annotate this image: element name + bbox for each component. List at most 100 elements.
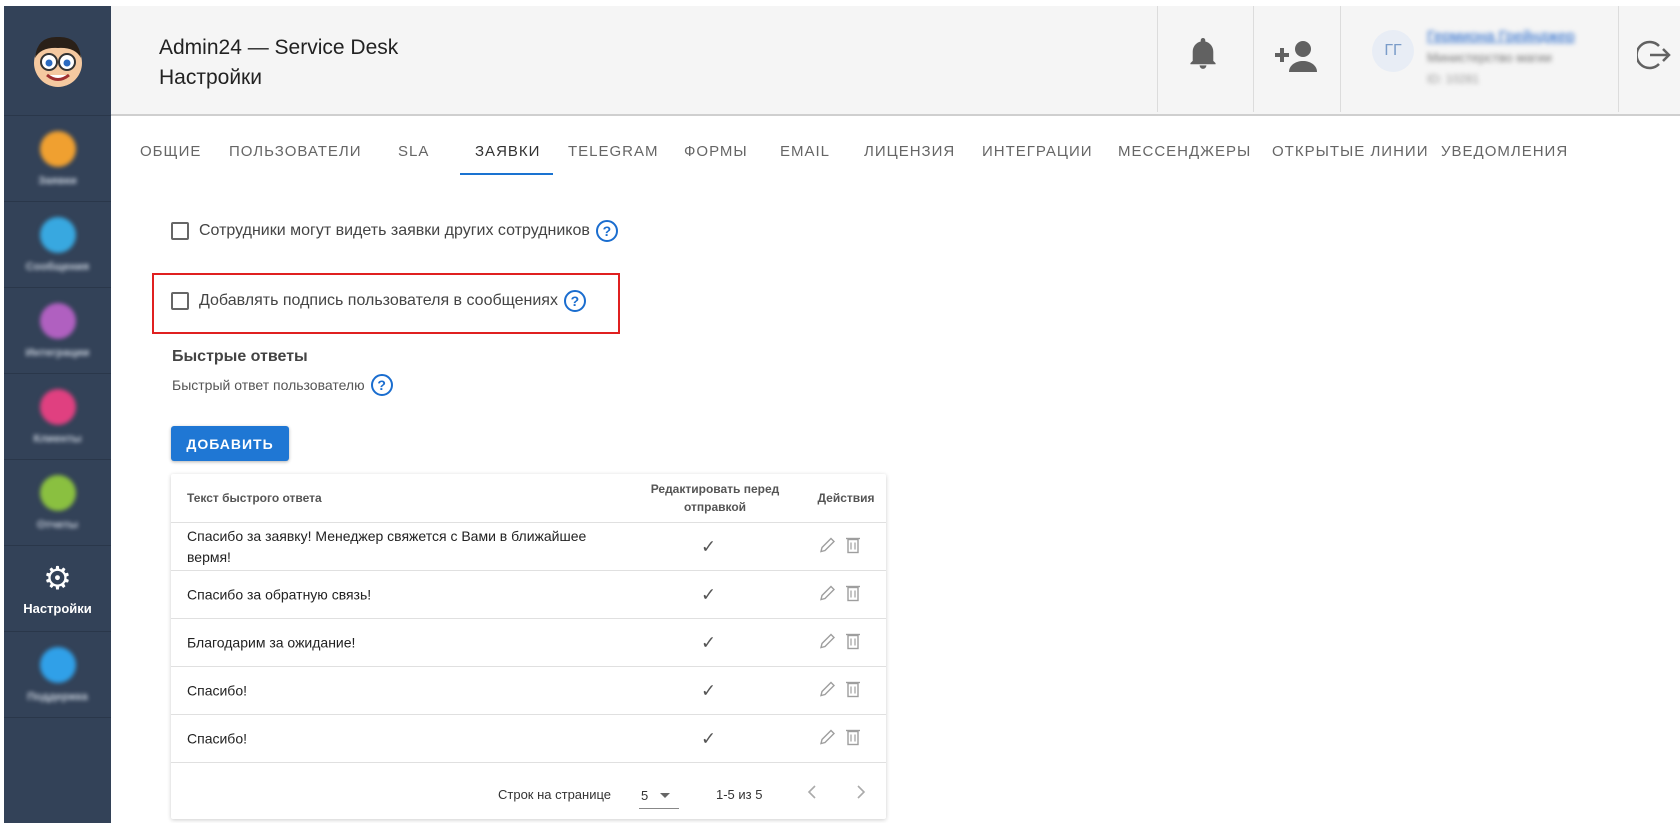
quick-answer-text: Спасибо! xyxy=(187,682,247,698)
help-icon[interactable]: ? xyxy=(595,220,618,242)
see-other-tickets-label: Сотрудники могут видеть заявки других со… xyxy=(199,222,590,239)
sidebar-item-icon xyxy=(39,646,76,683)
sidebar-item-7[interactable]: Поддержка xyxy=(4,632,111,718)
tab-11[interactable]: Открытые линии xyxy=(1272,138,1429,174)
pencil-icon xyxy=(820,585,835,600)
quick-answer-text: Спасибо за обратную связь! xyxy=(187,586,372,602)
user-signature-label: Добавлять подпись пользователя в сообщен… xyxy=(199,292,558,309)
check-icon: ✓ xyxy=(701,536,717,556)
edit-button[interactable] xyxy=(819,535,837,558)
sidebar-item-label: Отчеты xyxy=(36,518,79,531)
help-icon[interactable]: ? xyxy=(563,290,586,312)
notifications-button[interactable] xyxy=(1183,38,1223,81)
tab-3[interactable]: SLA xyxy=(398,138,429,174)
rows-per-page-select[interactable]: 5 xyxy=(639,783,679,809)
tab-2[interactable]: Пользователи xyxy=(229,138,362,174)
quick-answer-text: Спасибо за заявку! Менеджер свяжется с В… xyxy=(187,527,587,565)
top-header: Admin24 — Service Desk Настройки ГГ Герм… xyxy=(111,6,1680,116)
delete-button[interactable] xyxy=(845,727,861,750)
setting-see-other-tickets: Сотрудники могут видеть заявки других со… xyxy=(171,220,618,242)
row-actions xyxy=(819,631,861,654)
sidebar-item-label: Поддержка xyxy=(27,690,88,703)
edit-button[interactable] xyxy=(819,631,837,654)
delete-button[interactable] xyxy=(845,631,861,654)
table-header: Текст быстрого ответа Редактировать пере… xyxy=(171,474,886,523)
trash-icon xyxy=(846,537,860,553)
table-row: Спасибо за заявку! Менеджер свяжется с В… xyxy=(171,523,886,571)
header-divider xyxy=(1157,6,1158,112)
delete-button[interactable] xyxy=(845,535,861,558)
column-header-text[interactable]: Текст быстрого ответа xyxy=(187,491,322,505)
next-page-button[interactable] xyxy=(854,781,868,809)
tab-7[interactable]: Email xyxy=(780,138,830,174)
table-row: Спасибо за обратную связь! ✓ xyxy=(171,571,886,619)
check-icon: ✓ xyxy=(701,728,717,748)
sidebar-item-6[interactable]: ⚙ Настройки xyxy=(4,546,111,632)
app-logo[interactable] xyxy=(4,6,111,116)
chevron-left-icon xyxy=(807,785,816,799)
user-avatar[interactable]: ГГ xyxy=(1372,30,1414,72)
user-org: Министерство магии xyxy=(1427,50,1552,65)
user-signature-checkbox[interactable] xyxy=(171,292,189,310)
sidebar-item-icon xyxy=(39,302,76,339)
trash-icon xyxy=(846,585,860,601)
sidebar-item-1[interactable]: Заявки xyxy=(4,116,111,202)
row-actions xyxy=(819,583,861,606)
header-divider xyxy=(1253,6,1254,112)
sidebar-item-2[interactable]: Сообщения xyxy=(4,202,111,288)
tab-10[interactable]: Мессенджеры xyxy=(1118,138,1251,174)
sidebar: Заявки Сообщения Интеграции Клиенты Отчеты ⚙ Н… xyxy=(4,6,111,823)
row-actions xyxy=(819,535,861,558)
delete-button[interactable] xyxy=(845,583,861,606)
check-icon: ✓ xyxy=(701,680,717,700)
delete-button[interactable] xyxy=(845,679,861,702)
edit-button[interactable] xyxy=(819,679,837,702)
quick-answer-text: Спасибо! xyxy=(187,730,247,746)
sidebar-item-3[interactable]: Интеграции xyxy=(4,288,111,374)
see-other-tickets-checkbox[interactable] xyxy=(171,222,189,240)
prev-page-button[interactable] xyxy=(805,781,819,809)
active-tab-indicator xyxy=(460,173,553,175)
edit-button[interactable] xyxy=(819,727,837,750)
pencil-icon xyxy=(820,729,835,744)
chevron-right-icon xyxy=(857,785,866,799)
tab-8[interactable]: Лицензия xyxy=(864,138,955,174)
trash-icon xyxy=(846,681,860,697)
gear-icon: ⚙ xyxy=(43,560,72,596)
table-body: Спасибо за заявку! Менеджер свяжется с В… xyxy=(171,523,886,763)
user-id: ID: 10281 xyxy=(1427,72,1480,86)
section-title: Настройки xyxy=(159,66,262,89)
tab-5[interactable]: Telegram xyxy=(568,138,659,174)
tab-4[interactable]: Заявки xyxy=(475,138,540,174)
user-name[interactable]: Гермиона Грейнджер xyxy=(1427,28,1575,50)
logout-button[interactable] xyxy=(1635,38,1673,83)
add-user-button[interactable] xyxy=(1271,38,1321,85)
trash-icon xyxy=(846,729,860,745)
add-quick-answer-button[interactable]: ДОБАВИТЬ xyxy=(171,426,289,461)
tab-1[interactable]: Общие xyxy=(140,138,201,174)
rows-per-page-value: 5 xyxy=(641,788,649,803)
help-icon[interactable]: ? xyxy=(370,374,393,396)
tab-9[interactable]: Интеграции xyxy=(982,138,1093,174)
sidebar-item-icon xyxy=(39,474,76,511)
pencil-icon xyxy=(820,633,835,648)
add-person-icon xyxy=(1275,41,1317,72)
sidebar-item-label: Интеграции xyxy=(25,346,90,359)
setting-user-signature: Добавлять подпись пользователя в сообщен… xyxy=(171,290,586,312)
column-header-edit[interactable]: Редактировать перед отправкой xyxy=(631,480,799,516)
edit-button[interactable] xyxy=(819,583,837,606)
table-row: Спасибо! ✓ xyxy=(171,667,886,715)
quick-answer-text: Благодарим за ожидание! xyxy=(187,634,356,650)
sidebar-item-5[interactable]: Отчеты xyxy=(4,460,111,546)
row-actions xyxy=(819,679,861,702)
tab-6[interactable]: Формы xyxy=(684,138,748,174)
header-divider xyxy=(1618,6,1619,112)
table-row: Спасибо! ✓ xyxy=(171,715,886,763)
tab-12[interactable]: Уведомления xyxy=(1441,138,1568,174)
sidebar-item-label: Сообщения xyxy=(25,260,90,273)
caret-down-icon xyxy=(660,793,671,798)
header-divider xyxy=(1340,6,1341,112)
mascot-logo-icon xyxy=(33,36,82,87)
user-info[interactable]: Гермиона Грейнджер Министерство магии ID… xyxy=(1427,28,1575,86)
sidebar-item-4[interactable]: Клиенты xyxy=(4,374,111,460)
